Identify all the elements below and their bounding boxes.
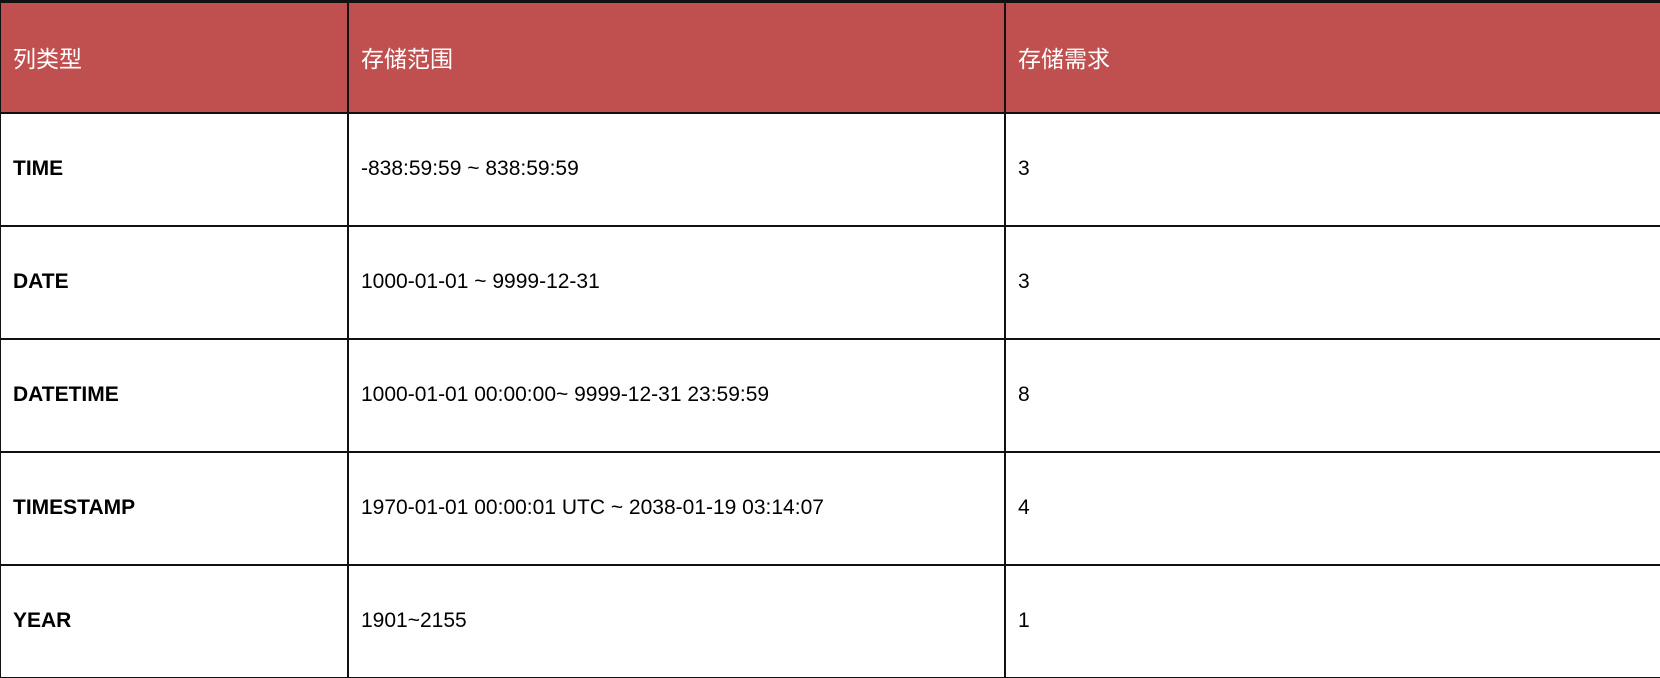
table-row: YEAR 1901~2155 1	[0, 563, 1660, 678]
cell-column-type: DATE	[0, 224, 349, 340]
cell-storage-requirement: 4	[1004, 450, 1660, 566]
table-row: DATE 1000-01-01 ~ 9999-12-31 3	[0, 224, 1660, 340]
cell-storage-requirement: 1	[1004, 563, 1660, 678]
header-column-type: 列类型	[0, 0, 349, 114]
header-storage-requirement: 存储需求	[1004, 0, 1660, 114]
cell-column-type: TIME	[0, 111, 349, 227]
cell-storage-range: 1000-01-01 ~ 9999-12-31	[347, 224, 1006, 340]
cell-storage-requirement: 3	[1004, 111, 1660, 227]
table-header: 列类型 存储范围 存储需求	[0, 0, 1660, 114]
cell-storage-range: 1000-01-01 00:00:00~ 9999-12-31 23:59:59	[347, 337, 1006, 453]
header-row: 列类型 存储范围 存储需求	[0, 0, 1660, 114]
cell-storage-range: 1901~2155	[347, 563, 1006, 678]
table-body: TIME -838:59:59 ~ 838:59:59 3 DATE 1000-…	[0, 111, 1660, 678]
datetime-types-table-container: 列类型 存储范围 存储需求 TIME -838:59:59 ~ 838:59:5…	[0, 0, 1660, 678]
cell-column-type: YEAR	[0, 563, 349, 678]
header-storage-range: 存储范围	[347, 0, 1006, 114]
cell-storage-range: 1970-01-01 00:00:01 UTC ~ 2038-01-19 03:…	[347, 450, 1006, 566]
table-row: TIME -838:59:59 ~ 838:59:59 3	[0, 111, 1660, 227]
cell-storage-requirement: 3	[1004, 224, 1660, 340]
cell-column-type: TIMESTAMP	[0, 450, 349, 566]
datetime-types-table: 列类型 存储范围 存储需求 TIME -838:59:59 ~ 838:59:5…	[0, 0, 1660, 678]
cell-column-type: DATETIME	[0, 337, 349, 453]
cell-storage-requirement: 8	[1004, 337, 1660, 453]
table-row: TIMESTAMP 1970-01-01 00:00:01 UTC ~ 2038…	[0, 450, 1660, 566]
table-row: DATETIME 1000-01-01 00:00:00~ 9999-12-31…	[0, 337, 1660, 453]
cell-storage-range: -838:59:59 ~ 838:59:59	[347, 111, 1006, 227]
